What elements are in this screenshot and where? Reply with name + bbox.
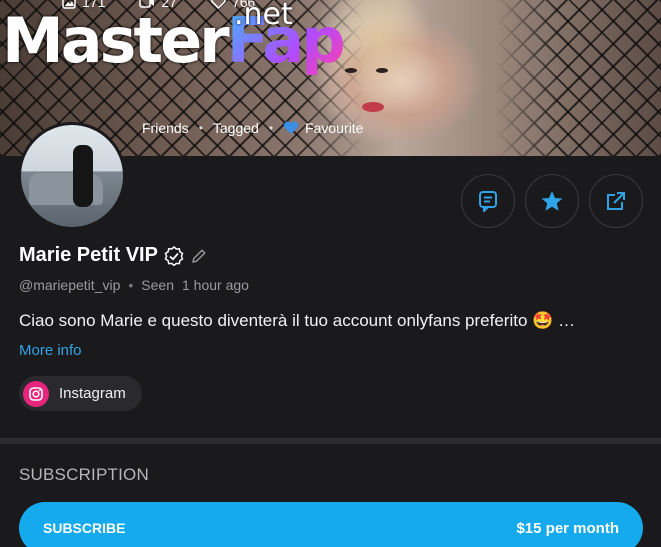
heart-filled-icon (283, 121, 299, 134)
tab-separator: • (198, 121, 203, 135)
site-logo[interactable]: MasterFap .net (2, 0, 346, 72)
subscription-heading: SUBSCRIPTION (19, 465, 149, 484)
profile-name: Marie Petit VIP (19, 244, 208, 267)
instagram-link[interactable]: Instagram (19, 376, 142, 411)
tab-favourite-label: Favourite (305, 120, 364, 136)
message-button[interactable] (461, 174, 515, 228)
subscribe-label: SUBSCRIBE (43, 520, 126, 536)
message-icon (479, 191, 497, 212)
subscribe-price: $15 per month (516, 519, 619, 537)
tab-friends[interactable]: Friends (142, 120, 189, 136)
profile-handle: @mariepetit_vip (19, 277, 121, 293)
avatar[interactable] (18, 122, 126, 230)
share-button[interactable] (589, 174, 643, 228)
logo-tld: .net (234, 0, 293, 32)
tab-favourite[interactable]: Favourite (283, 120, 363, 136)
handle-separator: • (128, 277, 134, 293)
section-divider (0, 438, 661, 444)
profile-tabs: Friends • Tagged • Favourite (142, 120, 363, 136)
instagram-label: Instagram (59, 385, 126, 402)
tab-separator: • (268, 121, 274, 135)
profile-handle-row: @mariepetit_vip • Seen 1 hour ago (19, 277, 249, 293)
share-icon (607, 192, 625, 210)
subscribe-button[interactable]: SUBSCRIBE $15 per month (19, 502, 643, 547)
profile-name-text: Marie Petit VIP (19, 244, 158, 266)
profile-bio: Ciao sono Marie e questo diventerà il tu… (19, 311, 576, 330)
logo-master: Master (2, 4, 230, 77)
star-icon (541, 191, 563, 211)
verified-icon (164, 245, 184, 266)
last-seen-label: Seen (141, 277, 174, 293)
profile-actions (461, 174, 643, 228)
more-info-link[interactable]: More info (19, 342, 82, 359)
favourite-button[interactable] (525, 174, 579, 228)
avatar-person (73, 145, 93, 207)
instagram-icon (23, 380, 49, 407)
tab-tagged[interactable]: Tagged (213, 120, 259, 136)
edit-pencil-icon[interactable] (190, 247, 208, 265)
last-seen-time: 1 hour ago (181, 277, 249, 293)
